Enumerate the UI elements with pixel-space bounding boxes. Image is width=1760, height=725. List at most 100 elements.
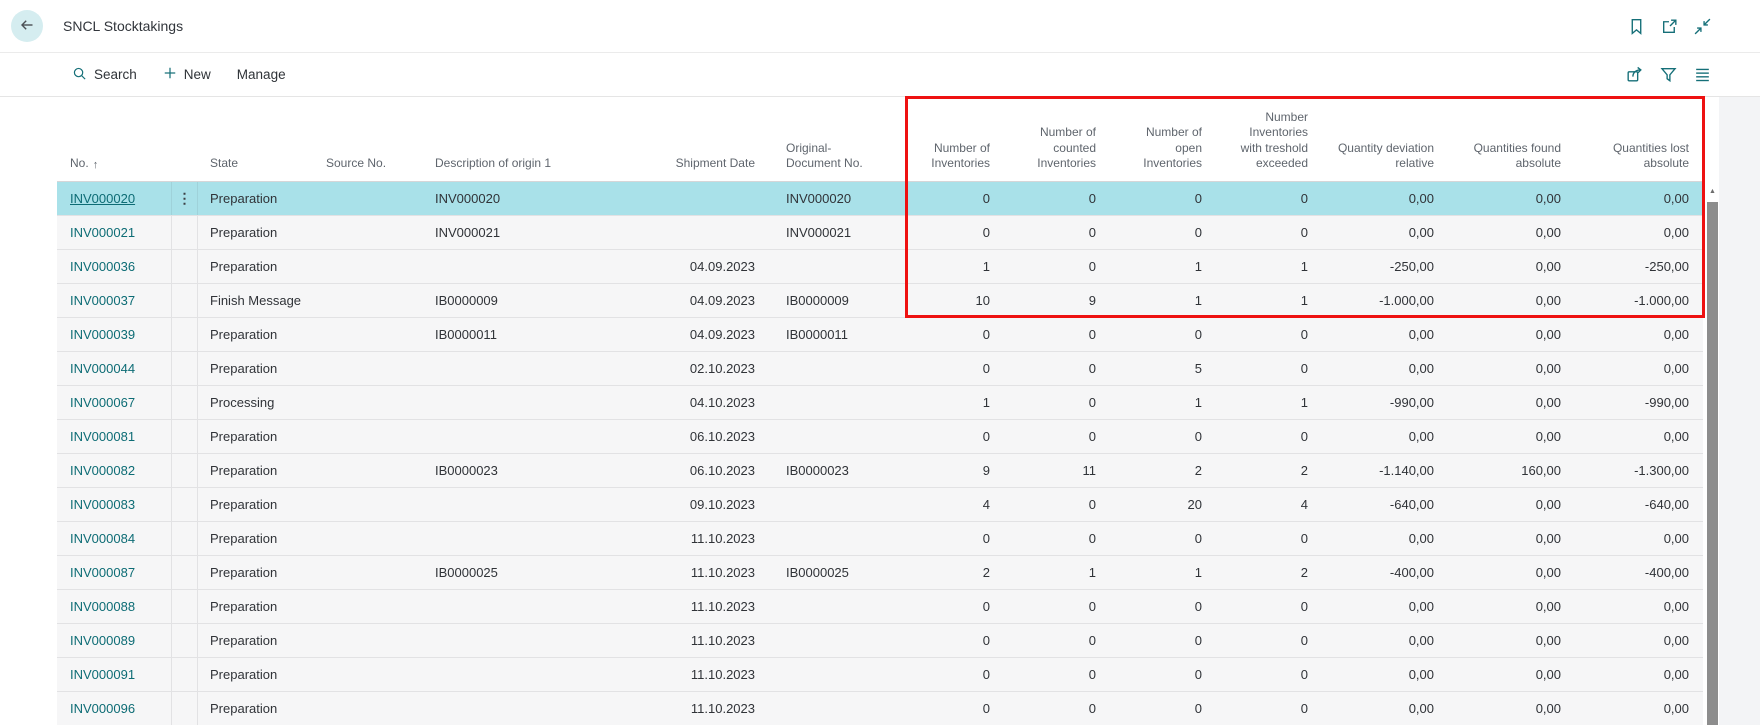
table-row[interactable]: INV000081 Preparation 06.10.2023 0 0 0 0… [57, 420, 1703, 454]
column-header-num-threshold[interactable]: Number Inventories with treshold exceede… [1209, 97, 1315, 181]
cell-qty-lost: 0,00 [1568, 531, 1696, 546]
cell-description: IB0000025 [425, 565, 570, 580]
column-header-qty-lost[interactable]: Quantities lost absolute [1568, 97, 1696, 181]
cell-num-inventories: 0 [905, 667, 997, 682]
cell-qty-deviation: 0,00 [1315, 531, 1441, 546]
record-link[interactable]: INV000083 [70, 497, 135, 512]
record-link[interactable]: INV000081 [70, 429, 135, 444]
cell-no: INV000039 [57, 318, 172, 351]
column-header-qty-deviation[interactable]: Quantity deviation relative [1315, 97, 1441, 181]
new-button[interactable]: New [163, 66, 211, 83]
record-link[interactable]: INV000067 [70, 395, 135, 410]
bookmark-icon [1627, 17, 1646, 36]
column-header-num-inventories[interactable]: Number of Inventories [905, 97, 997, 181]
cell-shipment-date: 04.09.2023 [570, 259, 760, 274]
table-row[interactable]: INV000083 Preparation 09.10.2023 4 0 20 … [57, 488, 1703, 522]
cell-description: INV000020 [425, 191, 570, 206]
cell-num-threshold: 1 [1209, 259, 1315, 274]
record-link[interactable]: INV000021 [70, 225, 135, 240]
table-row[interactable]: INV000021 Preparation INV000021 INV00002… [57, 216, 1703, 250]
filter-button[interactable] [1659, 65, 1678, 84]
back-button[interactable] [11, 10, 43, 42]
scroll-up-button[interactable]: ▲ [1706, 182, 1719, 200]
record-link[interactable]: INV000036 [70, 259, 135, 274]
table-row[interactable]: INV000084 Preparation 11.10.2023 0 0 0 0… [57, 522, 1703, 556]
cell-qty-found: 0,00 [1441, 497, 1568, 512]
cell-num-threshold: 0 [1209, 361, 1315, 376]
table-row[interactable]: INV000037 Finish Message IB0000009 04.09… [57, 284, 1703, 318]
share-button[interactable] [1625, 65, 1644, 84]
toolbar-left-group: Search New Manage [72, 66, 286, 84]
collapse-button[interactable] [1693, 17, 1712, 36]
record-link[interactable]: INV000020 [70, 191, 135, 206]
cell-row-options [172, 556, 198, 589]
column-header-description[interactable]: Description of origin 1 [425, 97, 570, 181]
cell-row-options [172, 420, 198, 453]
cell-qty-found: 0,00 [1441, 395, 1568, 410]
column-header-state[interactable]: State [198, 97, 310, 181]
cell-no: INV000082 [57, 454, 172, 487]
table-row[interactable]: INV000036 Preparation 04.09.2023 1 0 1 1… [57, 250, 1703, 284]
table-row[interactable]: INV000067 Processing 04.10.2023 1 0 1 1 … [57, 386, 1703, 420]
cell-qty-deviation: 0,00 [1315, 429, 1441, 444]
table-row[interactable]: INV000020 ⋮ Preparation INV000020 INV000… [57, 182, 1703, 216]
record-link[interactable]: INV000084 [70, 531, 135, 546]
record-link[interactable]: INV000082 [70, 463, 135, 478]
column-header-num-counted[interactable]: Number of counted Inventories [997, 97, 1103, 181]
cell-num-open: 0 [1103, 327, 1209, 342]
record-link[interactable]: INV000091 [70, 667, 135, 682]
column-header-no[interactable]: No. ↑ [57, 97, 172, 181]
table-row[interactable]: INV000091 Preparation 11.10.2023 0 0 0 0… [57, 658, 1703, 692]
table-row[interactable]: INV000087 Preparation IB0000025 11.10.20… [57, 556, 1703, 590]
table-row[interactable]: INV000096 Preparation 11.10.2023 0 0 0 0… [57, 692, 1703, 725]
row-options-icon[interactable]: ⋮ [178, 190, 192, 207]
table-row[interactable]: INV000088 Preparation 11.10.2023 0 0 0 0… [57, 590, 1703, 624]
vertical-scrollbar[interactable]: ▲ [1706, 182, 1719, 725]
top-app-bar: SNCL Stocktakings [0, 0, 1760, 53]
manage-button[interactable]: Manage [237, 67, 286, 82]
cell-qty-lost: -1.000,00 [1568, 293, 1696, 308]
cell-no: INV000087 [57, 556, 172, 589]
record-link[interactable]: INV000039 [70, 327, 135, 342]
cell-qty-deviation: -400,00 [1315, 565, 1441, 580]
cell-num-open: 20 [1103, 497, 1209, 512]
open-in-new-window-button[interactable] [1660, 17, 1679, 36]
table-row[interactable]: INV000039 Preparation IB0000011 04.09.20… [57, 318, 1703, 352]
cell-num-inventories: 0 [905, 429, 997, 444]
column-header-shipment-date[interactable]: Shipment Date [570, 97, 760, 181]
scrollbar-thumb[interactable] [1707, 202, 1718, 725]
cell-row-options [172, 488, 198, 521]
table-row[interactable]: INV000044 Preparation 02.10.2023 0 0 5 0… [57, 352, 1703, 386]
cell-num-inventories: 0 [905, 531, 997, 546]
column-header-original-doc-no[interactable]: Original- Document No. [760, 97, 905, 181]
cell-num-open: 0 [1103, 225, 1209, 240]
record-link[interactable]: INV000096 [70, 701, 135, 716]
column-header-source-no[interactable]: Source No. [310, 97, 425, 181]
record-link[interactable]: INV000089 [70, 633, 135, 648]
cell-qty-lost: -990,00 [1568, 395, 1696, 410]
share-icon [1625, 65, 1644, 84]
cell-num-counted: 0 [997, 497, 1103, 512]
record-link[interactable]: INV000037 [70, 293, 135, 308]
sort-ascending-icon: ↑ [93, 158, 99, 172]
column-header-num-open[interactable]: Number of open Inventories [1103, 97, 1209, 181]
column-header-options [172, 97, 198, 181]
bookmark-button[interactable] [1627, 17, 1646, 36]
column-header-qty-found[interactable]: Quantities found absolute [1441, 97, 1568, 181]
view-options-button[interactable] [1693, 65, 1712, 84]
cell-num-threshold: 2 [1209, 565, 1315, 580]
cell-qty-found: 0,00 [1441, 701, 1568, 716]
cell-num-open: 1 [1103, 395, 1209, 410]
cell-num-threshold: 0 [1209, 225, 1315, 240]
record-link[interactable]: INV000088 [70, 599, 135, 614]
cell-description: IB0000011 [425, 327, 570, 342]
record-link[interactable]: INV000087 [70, 565, 135, 580]
table-row[interactable]: INV000089 Preparation 11.10.2023 0 0 0 0… [57, 624, 1703, 658]
cell-state: Preparation [198, 429, 310, 444]
record-link[interactable]: INV000044 [70, 361, 135, 376]
cell-no: INV000036 [57, 250, 172, 283]
cell-shipment-date: 11.10.2023 [570, 701, 760, 716]
table-row[interactable]: INV000082 Preparation IB0000023 06.10.20… [57, 454, 1703, 488]
cell-num-counted: 0 [997, 395, 1103, 410]
search-button[interactable]: Search [72, 66, 137, 84]
